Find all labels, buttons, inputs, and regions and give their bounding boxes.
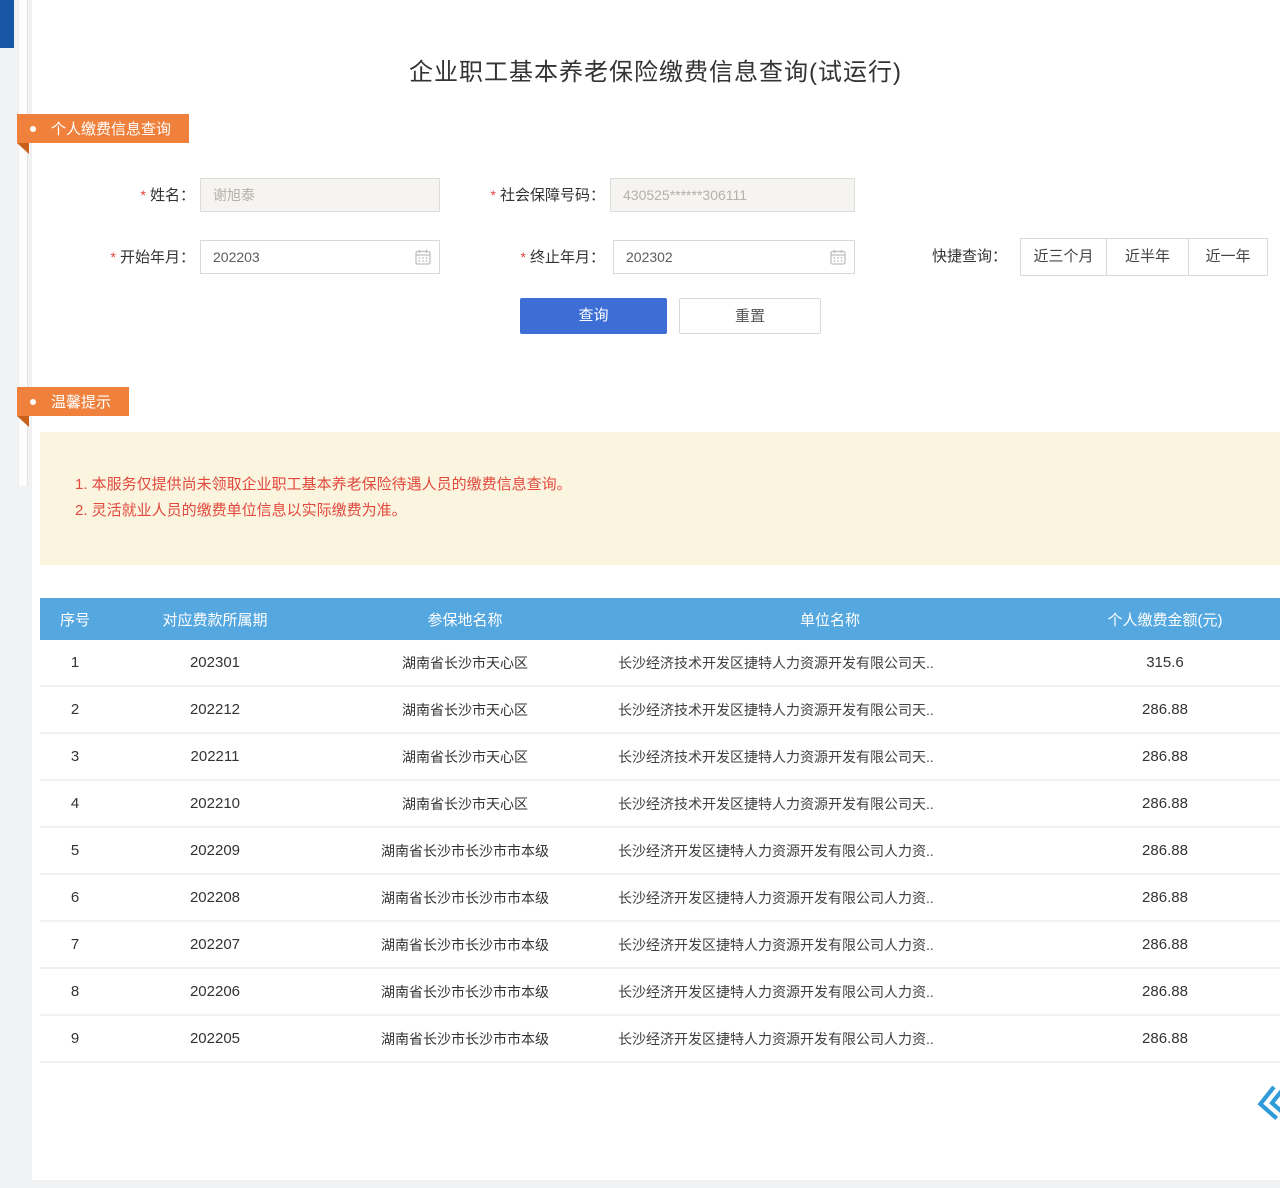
- cell-period: 202208: [110, 889, 320, 906]
- cell-period: 202205: [110, 1030, 320, 1047]
- end-date-field[interactable]: [613, 240, 855, 274]
- page-title: 企业职工基本养老保险缴费信息查询(试运行): [31, 52, 1280, 87]
- corner-tab: [0, 0, 14, 48]
- cell-region: 湖南省长沙市长沙市市本级: [320, 982, 610, 1002]
- section-badge-personal-query: 个人缴费信息查询: [17, 114, 189, 143]
- notice-box: 1. 本服务仅提供尚未领取企业职工基本养老保险待遇人员的缴费信息查询。 2. 灵…: [40, 432, 1280, 565]
- cell-index: 4: [40, 795, 110, 812]
- end-date-label: *终止年月：: [455, 240, 605, 274]
- bullet-dot-icon: [30, 126, 36, 132]
- start-date-field[interactable]: [200, 240, 440, 274]
- section-badge-label: 个人缴费信息查询: [51, 118, 171, 139]
- cell-period: 202207: [110, 936, 320, 953]
- table-row: 9 202205 湖南省长沙市长沙市市本级 长沙经济开发区捷特人力资源开发有限公…: [40, 1016, 1280, 1063]
- quick-btn-halfyear[interactable]: 近半年: [1106, 238, 1189, 276]
- section-badge-tips: 温馨提示: [17, 387, 129, 416]
- cell-region: 湖南省长沙市天心区: [320, 700, 610, 720]
- table-row: 2 202212 湖南省长沙市天心区 长沙经济技术开发区捷特人力资源开发有限公司…: [40, 687, 1280, 734]
- calendar-icon[interactable]: [415, 249, 431, 265]
- cell-index: 7: [40, 936, 110, 953]
- cell-amount: 286.88: [1050, 889, 1280, 906]
- cell-amount: 286.88: [1050, 1030, 1280, 1047]
- table-header-region: 参保地名称: [320, 609, 610, 630]
- cell-region: 湖南省长沙市长沙市市本级: [320, 935, 610, 955]
- quick-btn-3months[interactable]: 近三个月: [1020, 238, 1107, 276]
- cell-period: 202206: [110, 983, 320, 1000]
- cell-index: 2: [40, 701, 110, 718]
- table-row: 7 202207 湖南省长沙市长沙市市本级 长沙经济开发区捷特人力资源开发有限公…: [40, 922, 1280, 969]
- cell-amount: 315.6: [1050, 654, 1280, 671]
- cell-index: 8: [40, 983, 110, 1000]
- notice-line-2: 2. 灵活就业人员的缴费单位信息以实际缴费为准。: [75, 498, 1260, 524]
- cell-amount: 286.88: [1050, 842, 1280, 859]
- cell-region: 湖南省长沙市长沙市市本级: [320, 888, 610, 908]
- cell-region: 湖南省长沙市长沙市市本级: [320, 1029, 610, 1049]
- cell-index: 5: [40, 842, 110, 859]
- reset-button[interactable]: 重置: [679, 298, 821, 334]
- bullet-dot-icon: [30, 399, 36, 405]
- notice-line-1: 1. 本服务仅提供尚未领取企业职工基本养老保险待遇人员的缴费信息查询。: [75, 472, 1260, 498]
- cell-region: 湖南省长沙市天心区: [320, 747, 610, 767]
- ssn-field: [610, 178, 855, 212]
- required-asterisk: *: [111, 249, 116, 265]
- query-button[interactable]: 查询: [520, 298, 667, 334]
- calendar-icon[interactable]: [830, 249, 846, 265]
- required-asterisk: *: [521, 249, 526, 265]
- cell-period: 202209: [110, 842, 320, 859]
- cell-region: 湖南省长沙市天心区: [320, 794, 610, 814]
- table-header-amount: 个人缴费金额(元): [1050, 609, 1280, 630]
- end-date-wrap: [613, 240, 855, 274]
- cell-index: 3: [40, 748, 110, 765]
- cell-period: 202212: [110, 701, 320, 718]
- cell-period: 202211: [110, 748, 320, 765]
- cell-company: 长沙经济技术开发区捷特人力资源开发有限公司天..: [610, 747, 1050, 767]
- cell-company: 长沙经济技术开发区捷特人力资源开发有限公司天..: [610, 794, 1050, 814]
- cell-company: 长沙经济开发区捷特人力资源开发有限公司人力资..: [610, 841, 1050, 861]
- table-header-row: 序号 对应费款所属期 参保地名称 单位名称 个人缴费金额(元): [40, 598, 1280, 640]
- cell-company: 长沙经济技术开发区捷特人力资源开发有限公司天..: [610, 653, 1050, 673]
- required-asterisk: *: [491, 187, 496, 203]
- table-row: 4 202210 湖南省长沙市天心区 长沙经济技术开发区捷特人力资源开发有限公司…: [40, 781, 1280, 828]
- cell-company: 长沙经济开发区捷特人力资源开发有限公司人力资..: [610, 1029, 1050, 1049]
- cell-company: 长沙经济技术开发区捷特人力资源开发有限公司天..: [610, 700, 1050, 720]
- cell-index: 1: [40, 654, 110, 671]
- table-body: 1 202301 湖南省长沙市天心区 长沙经济技术开发区捷特人力资源开发有限公司…: [40, 640, 1280, 1063]
- page: 企业职工基本养老保险缴费信息查询(试运行) 个人缴费信息查询 *姓名： *社会保…: [0, 0, 1280, 1188]
- quick-btn-oneyear[interactable]: 近一年: [1188, 238, 1268, 276]
- section-badge-label: 温馨提示: [51, 391, 111, 412]
- cell-company: 长沙经济开发区捷特人力资源开发有限公司人力资..: [610, 888, 1050, 908]
- name-field: [200, 178, 440, 212]
- quick-query-label: 快捷查询：: [932, 238, 1014, 276]
- table-row: 8 202206 湖南省长沙市长沙市市本级 长沙经济开发区捷特人力资源开发有限公…: [40, 969, 1280, 1016]
- start-date-wrap: [200, 240, 440, 274]
- cell-amount: 286.88: [1050, 701, 1280, 718]
- cell-period: 202301: [110, 654, 320, 671]
- results-table: 序号 对应费款所属期 参保地名称 单位名称 个人缴费金额(元) 1 202301…: [40, 598, 1280, 1063]
- cell-index: 6: [40, 889, 110, 906]
- double-chevron-left-icon[interactable]: [1250, 1078, 1280, 1127]
- required-asterisk: *: [141, 187, 146, 203]
- cell-region: 湖南省长沙市天心区: [320, 653, 610, 673]
- table-header-period: 对应费款所属期: [110, 609, 320, 630]
- cell-index: 9: [40, 1030, 110, 1047]
- start-date-label: *开始年月：: [60, 240, 195, 274]
- cell-amount: 286.88: [1050, 795, 1280, 812]
- cell-amount: 286.88: [1050, 748, 1280, 765]
- table-row: 3 202211 湖南省长沙市天心区 长沙经济技术开发区捷特人力资源开发有限公司…: [40, 734, 1280, 781]
- ssn-label: *社会保障号码：: [440, 178, 605, 212]
- table-row: 5 202209 湖南省长沙市长沙市市本级 长沙经济开发区捷特人力资源开发有限公…: [40, 828, 1280, 875]
- name-label: *姓名：: [60, 178, 195, 212]
- cell-amount: 286.88: [1050, 936, 1280, 953]
- cell-company: 长沙经济开发区捷特人力资源开发有限公司人力资..: [610, 935, 1050, 955]
- table-header-company: 单位名称: [610, 609, 1050, 630]
- table-header-index: 序号: [40, 609, 110, 630]
- cell-region: 湖南省长沙市长沙市市本级: [320, 841, 610, 861]
- cell-period: 202210: [110, 795, 320, 812]
- cell-amount: 286.88: [1050, 983, 1280, 1000]
- table-row: 6 202208 湖南省长沙市长沙市市本级 长沙经济开发区捷特人力资源开发有限公…: [40, 875, 1280, 922]
- cell-company: 长沙经济开发区捷特人力资源开发有限公司人力资..: [610, 982, 1050, 1002]
- table-row: 1 202301 湖南省长沙市天心区 长沙经济技术开发区捷特人力资源开发有限公司…: [40, 640, 1280, 687]
